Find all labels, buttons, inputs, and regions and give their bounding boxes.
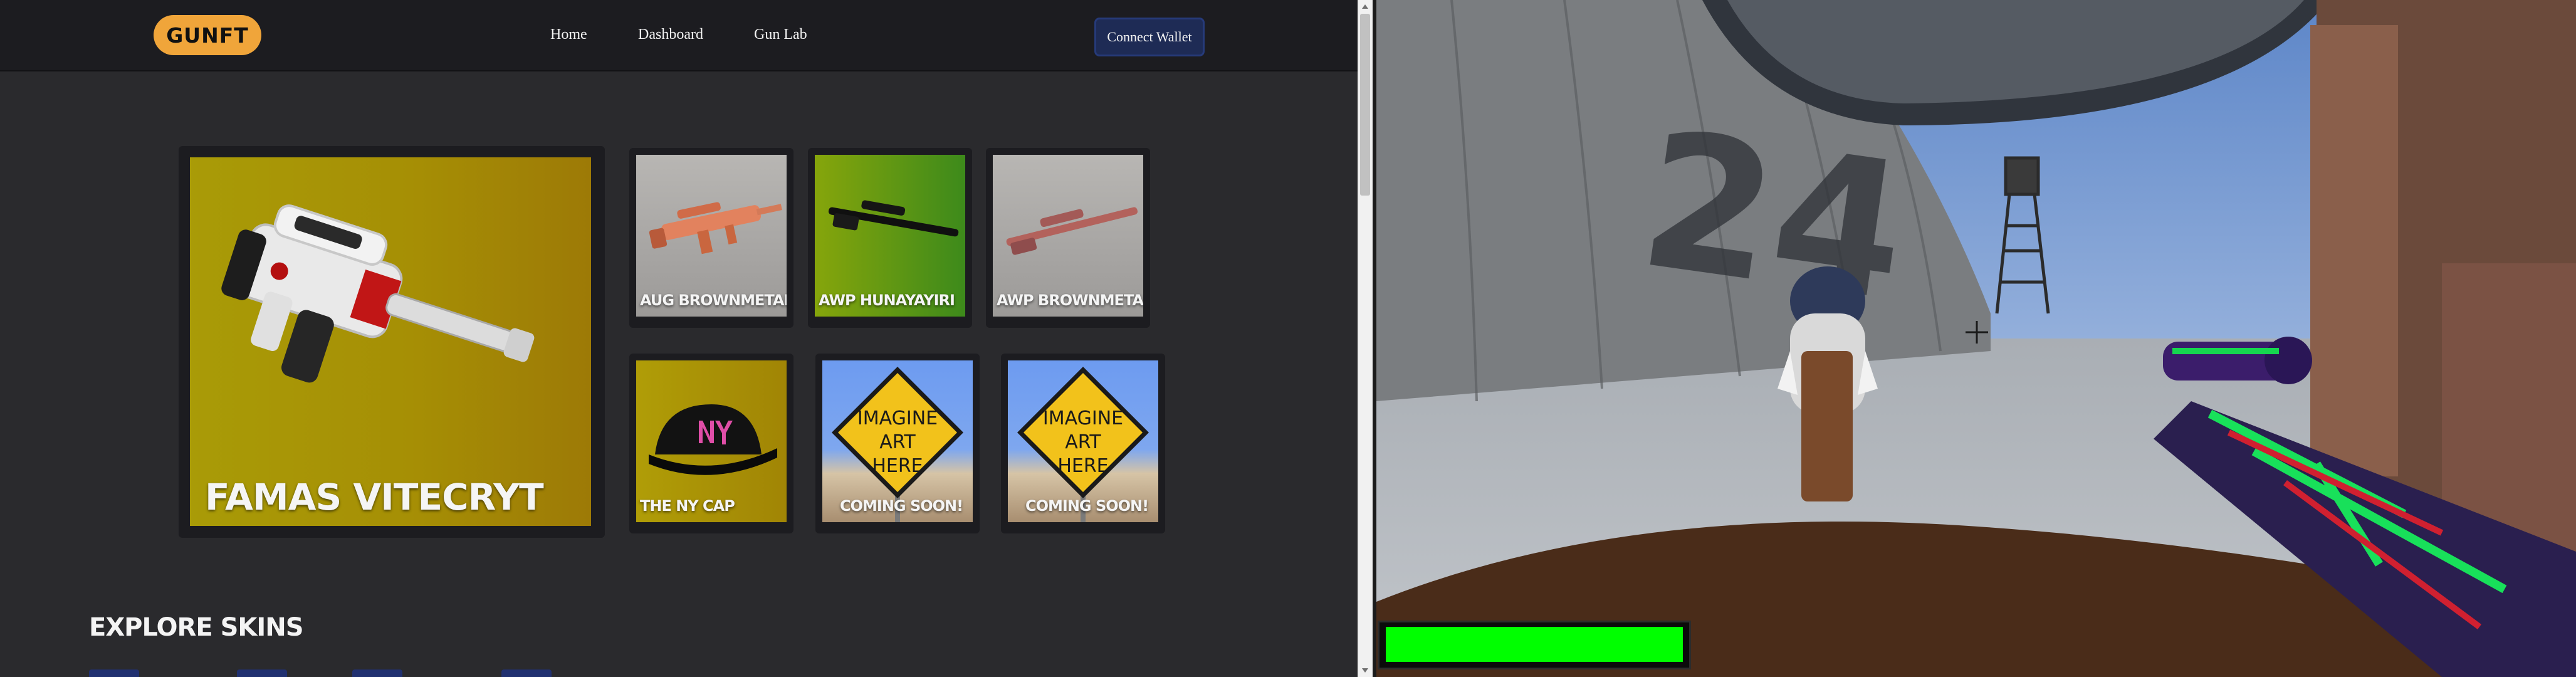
skin-card-aug-brownmetal[interactable]: AUG BROWNMETAL xyxy=(629,148,793,328)
skin-card-awp-hunayayiri[interactable]: AWP HUNAYAYIRI xyxy=(808,148,972,328)
sign-text: IMAGINE ART HERE xyxy=(1042,407,1124,477)
skin-card-title: COMING SOON! xyxy=(840,497,963,515)
featured-skin-image: FAMAS VITECRYT xyxy=(190,157,591,526)
skin-card-awp-brownmetal[interactable]: AWP BROWNMETAL xyxy=(986,148,1150,328)
skin-card-coming-soon-1[interactable]: IMAGINE ART HERE COMING SOON! xyxy=(815,354,980,533)
nav-link-dashboard[interactable]: Dashboard xyxy=(638,26,703,43)
desktop-screen: GUNFT Home Dashboard Gun Lab Connect Wal… xyxy=(0,0,2576,677)
skin-image: THE NY CAP xyxy=(636,360,787,522)
crosshair-icon xyxy=(1966,321,1988,344)
skin-card-title: AUG BROWNMETAL xyxy=(640,291,787,309)
site-logo[interactable]: GUNFT xyxy=(154,15,261,55)
skin-image: IMAGINE ART HERE COMING SOON! xyxy=(822,360,973,522)
filter-chip[interactable] xyxy=(501,669,552,677)
sign-text: IMAGINE ART HERE xyxy=(857,407,938,477)
filter-chip[interactable] xyxy=(89,669,139,677)
website-pane: GUNFT Home Dashboard Gun Lab Connect Wal… xyxy=(0,0,1358,677)
filter-chip[interactable] xyxy=(237,669,287,677)
filter-chip[interactable] xyxy=(352,669,402,677)
chevron-up-icon[interactable] xyxy=(1361,3,1369,11)
skin-image: AUG BROWNMETAL xyxy=(636,155,787,317)
connect-wallet-button[interactable]: Connect Wallet xyxy=(1094,18,1205,56)
skin-card-title: COMING SOON! xyxy=(1025,497,1149,515)
featured-skin-card[interactable]: FAMAS VITECRYT xyxy=(179,146,605,538)
skin-image: AWP BROWNMETAL xyxy=(993,155,1143,317)
top-navbar: GUNFT Home Dashboard Gun Lab Connect Wal… xyxy=(0,0,1358,71)
skin-image: AWP HUNAYAYIRI xyxy=(815,155,965,317)
skin-card-title: THE NY CAP xyxy=(640,497,735,515)
scrollbar-thumb[interactable] xyxy=(1360,14,1370,196)
skin-card-title: AWP BROWNMETAL xyxy=(997,291,1143,309)
featured-skin-title: FAMAS VITECRYT xyxy=(205,476,544,518)
skin-image: IMAGINE ART HERE COMING SOON! xyxy=(1008,360,1158,522)
skin-card-ny-cap[interactable]: THE NY CAP xyxy=(629,354,793,533)
nav-link-gun-lab[interactable]: Gun Lab xyxy=(754,26,807,43)
chevron-down-icon[interactable] xyxy=(1361,666,1369,674)
skin-card-coming-soon-2[interactable]: IMAGINE ART HERE COMING SOON! xyxy=(1001,354,1165,533)
famas-rifle-image xyxy=(221,204,535,383)
skin-card-title: AWP HUNAYAYIRI xyxy=(819,291,955,309)
hangar-number: 24 xyxy=(1629,90,1919,344)
nav-link-home[interactable]: Home xyxy=(550,26,587,43)
health-bar-fill xyxy=(1386,627,1683,662)
section-heading: EXPLORE SKINS xyxy=(89,613,304,642)
